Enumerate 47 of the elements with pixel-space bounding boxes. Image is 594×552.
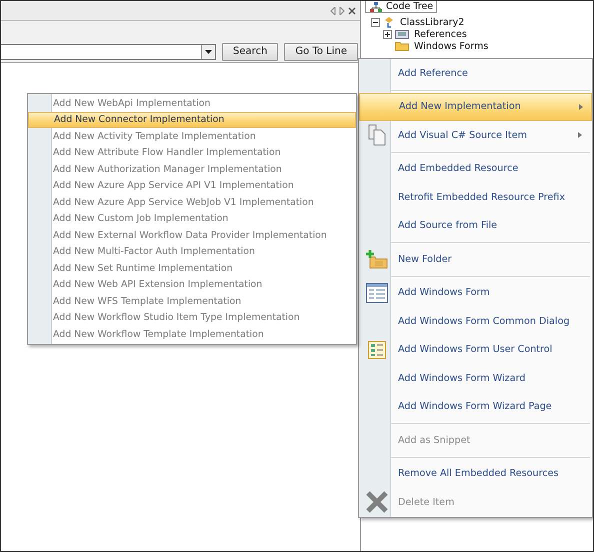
menu-item[interactable]: Remove All Embedded Resources	[361, 460, 590, 488]
submenu-item[interactable]: Add New Authorization Manager Implementation	[28, 161, 356, 178]
tree-item[interactable]: References	[412, 28, 469, 40]
submenu-item[interactable]: Add New Workflow Template Implementation	[28, 326, 356, 342]
menu-item[interactable]: Add Windows Form	[361, 278, 590, 307]
project-icon	[383, 16, 395, 28]
submenu-arrow-icon	[579, 104, 583, 110]
code-tree-tab[interactable]: Code Tree	[365, 1, 438, 13]
tree-icon	[370, 2, 382, 12]
submenu-item[interactable]: Add New External Workflow Data Provider Implementation	[28, 227, 356, 244]
references-icon	[395, 29, 409, 39]
delete-icon	[366, 491, 388, 514]
submenu-item[interactable]: Add New Activity Template Implementation	[28, 128, 356, 144]
submenu-item[interactable]: Add New Web API Extension Implementation	[28, 276, 356, 293]
new-folder-icon	[366, 250, 388, 269]
submenu-item[interactable]: Add New Set Runtime Implementation	[28, 260, 356, 276]
folder-icon	[395, 41, 409, 51]
search-button[interactable]: Search	[222, 42, 278, 60]
dropdown-icon[interactable]	[205, 50, 212, 54]
submenu-item[interactable]: Add New Azure App Service API V1 Implementation	[28, 178, 356, 194]
collapse-icon[interactable]	[371, 18, 380, 26]
expand-icon[interactable]	[383, 30, 392, 38]
submenu-item[interactable]: Add New Workflow Studio Item Type Implementation	[28, 310, 356, 326]
menu-item[interactable]: Add New Implementation	[359, 92, 592, 121]
menu-item[interactable]: Retrofit Embedded Resource Prefix	[361, 183, 590, 212]
scroll-right-icon[interactable]	[339, 6, 345, 14]
menu-item[interactable]: Add Windows Form Wizard	[361, 364, 590, 392]
search-combo[interactable]	[1, 44, 216, 60]
menu-item[interactable]: Add Embedded Resource	[361, 154, 590, 183]
menu-item[interactable]: Add Windows Form User Control	[361, 336, 590, 364]
submenu-item[interactable]: Add New WebApi Implementation	[28, 95, 356, 112]
list-icon	[368, 340, 386, 359]
form-icon	[366, 282, 388, 303]
submenu-item[interactable]: Add New Azure App Service WebJob V1 Implementation	[28, 194, 356, 210]
scroll-left-icon[interactable]	[330, 6, 336, 14]
submenu-item[interactable]: Add New Attribute Flow Handler Implementation	[28, 144, 356, 161]
submenu-item[interactable]: Add New WFS Template Implementation	[28, 293, 356, 310]
tree-item[interactable]: Windows Forms	[412, 40, 490, 52]
document-icon	[368, 124, 386, 146]
submenu-arrow-icon	[578, 132, 582, 138]
submenu-item[interactable]: Add New Connector Implementation	[28, 112, 356, 128]
close-icon[interactable]	[348, 6, 356, 14]
go-to-line-button[interactable]: Go To Line	[284, 42, 358, 60]
menu-item[interactable]: Add Windows Form Common Dialog	[361, 307, 590, 336]
submenu-item[interactable]: Add New Custom Job Implementation	[28, 210, 356, 227]
submenu-item[interactable]: Add New Multi-Factor Auth Implementation	[28, 244, 356, 260]
tree-item[interactable]: ClassLibrary2	[398, 16, 466, 28]
